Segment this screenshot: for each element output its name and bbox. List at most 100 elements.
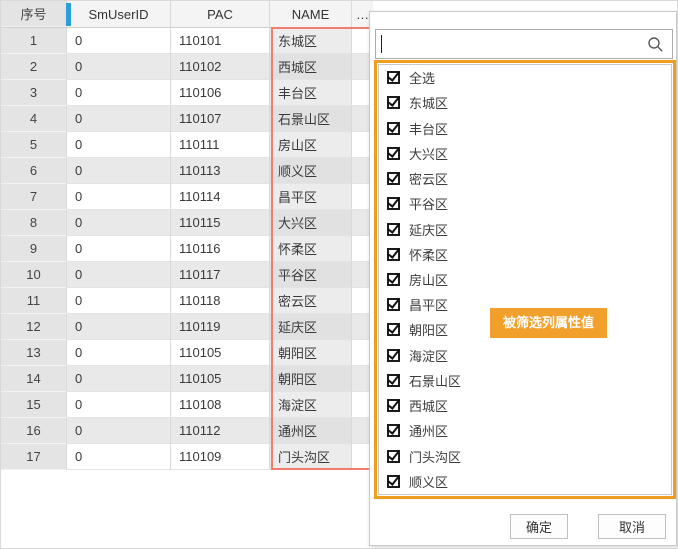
ok-button[interactable]: 确定 [510,514,568,539]
column-header-index[interactable]: 序号 [1,1,67,27]
cell-index[interactable]: 9 [1,236,67,262]
checkbox-checked-icon[interactable] [387,122,400,135]
filter-option[interactable]: 西城区 [387,393,671,418]
filter-option[interactable]: 怀柔区 [387,242,671,267]
cell-pac[interactable]: 110117 [171,262,270,288]
cell-smuserid[interactable]: 0 [67,184,171,210]
cell-name[interactable]: 朝阳区 [270,340,352,366]
cell-pac[interactable]: 110102 [171,54,270,80]
checkbox-checked-icon[interactable] [387,399,400,412]
filter-option[interactable]: 延庆区 [387,217,671,242]
column-header-smuserid[interactable]: SmUserID [67,1,171,27]
cell-pac[interactable]: 110116 [171,236,270,262]
cell-name[interactable]: 怀柔区 [270,236,352,262]
cell-smuserid[interactable]: 0 [67,80,171,106]
checkbox-checked-icon[interactable] [387,450,400,463]
cell-pac[interactable]: 110107 [171,106,270,132]
cell-smuserid[interactable]: 0 [67,340,171,366]
cell-smuserid[interactable]: 0 [67,366,171,392]
filter-option[interactable]: 平谷区 [387,191,671,216]
cell-pac[interactable]: 110109 [171,444,270,470]
cell-index[interactable]: 1 [1,28,67,54]
cell-pac[interactable]: 110101 [171,28,270,54]
cell-index[interactable]: 5 [1,132,67,158]
cell-name[interactable]: 延庆区 [270,314,352,340]
filter-option[interactable]: 顺义区 [387,469,671,494]
cell-pac[interactable]: 110105 [171,340,270,366]
cell-smuserid[interactable]: 0 [67,236,171,262]
cell-index[interactable]: 6 [1,158,67,184]
cell-name[interactable]: 丰台区 [270,80,352,106]
checkbox-checked-icon[interactable] [387,475,400,488]
checkbox-checked-icon[interactable] [387,248,400,261]
checkbox-checked-icon[interactable] [387,424,400,437]
cell-pac[interactable]: 110115 [171,210,270,236]
cell-pac[interactable]: 110111 [171,132,270,158]
cell-smuserid[interactable]: 0 [67,314,171,340]
cell-index[interactable]: 16 [1,418,67,444]
filter-option[interactable]: 海淀区 [387,343,671,368]
cell-pac[interactable]: 110114 [171,184,270,210]
cell-name[interactable]: 大兴区 [270,210,352,236]
cell-pac[interactable]: 110108 [171,392,270,418]
cell-name[interactable]: 密云区 [270,288,352,314]
cell-index[interactable]: 12 [1,314,67,340]
cell-smuserid[interactable]: 0 [67,418,171,444]
cell-index[interactable]: 15 [1,392,67,418]
column-header-name[interactable]: NAME [270,1,352,27]
cell-smuserid[interactable]: 0 [67,288,171,314]
column-header-pac[interactable]: PAC [171,1,270,27]
checkbox-checked-icon[interactable] [387,349,400,362]
cell-name[interactable]: 东城区 [270,28,352,54]
cell-index[interactable]: 7 [1,184,67,210]
cell-index[interactable]: 14 [1,366,67,392]
cell-name[interactable]: 房山区 [270,132,352,158]
cell-pac[interactable]: 110119 [171,314,270,340]
checkbox-checked-icon[interactable] [387,71,400,84]
checkbox-checked-icon[interactable] [387,223,400,236]
cell-index[interactable]: 2 [1,54,67,80]
cell-pac[interactable]: 110113 [171,158,270,184]
cell-name[interactable]: 昌平区 [270,184,352,210]
filter-option[interactable]: 全选 [387,65,671,90]
cell-name[interactable]: 西城区 [270,54,352,80]
cell-name[interactable]: 通州区 [270,418,352,444]
filter-option[interactable]: 密云区 [387,166,671,191]
cell-name[interactable]: 石景山区 [270,106,352,132]
cell-index[interactable]: 8 [1,210,67,236]
cell-index[interactable]: 13 [1,340,67,366]
cell-smuserid[interactable]: 0 [67,158,171,184]
cell-pac[interactable]: 110112 [171,418,270,444]
cell-pac[interactable]: 110105 [171,366,270,392]
cell-name[interactable]: 海淀区 [270,392,352,418]
cell-name[interactable]: 顺义区 [270,158,352,184]
cell-index[interactable]: 4 [1,106,67,132]
cell-smuserid[interactable]: 0 [67,106,171,132]
filter-option[interactable]: 通州区 [387,418,671,443]
checkbox-checked-icon[interactable] [387,273,400,286]
cell-pac[interactable]: 110106 [171,80,270,106]
checkbox-checked-icon[interactable] [387,172,400,185]
checkbox-checked-icon[interactable] [387,147,400,160]
filter-option[interactable]: 石景山区 [387,368,671,393]
cell-name[interactable]: 门头沟区 [270,444,352,470]
cell-name[interactable]: 朝阳区 [270,366,352,392]
filter-option[interactable]: 门头沟区 [387,444,671,469]
cell-index[interactable]: 11 [1,288,67,314]
cell-smuserid[interactable]: 0 [67,392,171,418]
cell-index[interactable]: 3 [1,80,67,106]
search-icon[interactable] [647,36,664,53]
cell-index[interactable]: 10 [1,262,67,288]
checkbox-checked-icon[interactable] [387,374,400,387]
cell-pac[interactable]: 110118 [171,288,270,314]
checkbox-checked-icon[interactable] [387,323,400,336]
filter-option[interactable]: 丰台区 [387,116,671,141]
cell-smuserid[interactable]: 0 [67,28,171,54]
cell-name[interactable]: 平谷区 [270,262,352,288]
cell-smuserid[interactable]: 0 [67,210,171,236]
checkbox-checked-icon[interactable] [387,197,400,210]
filter-option[interactable]: 房山区 [387,267,671,292]
cancel-button[interactable]: 取消 [598,514,666,539]
cell-smuserid[interactable]: 0 [67,262,171,288]
filter-option[interactable]: 东城区 [387,90,671,115]
